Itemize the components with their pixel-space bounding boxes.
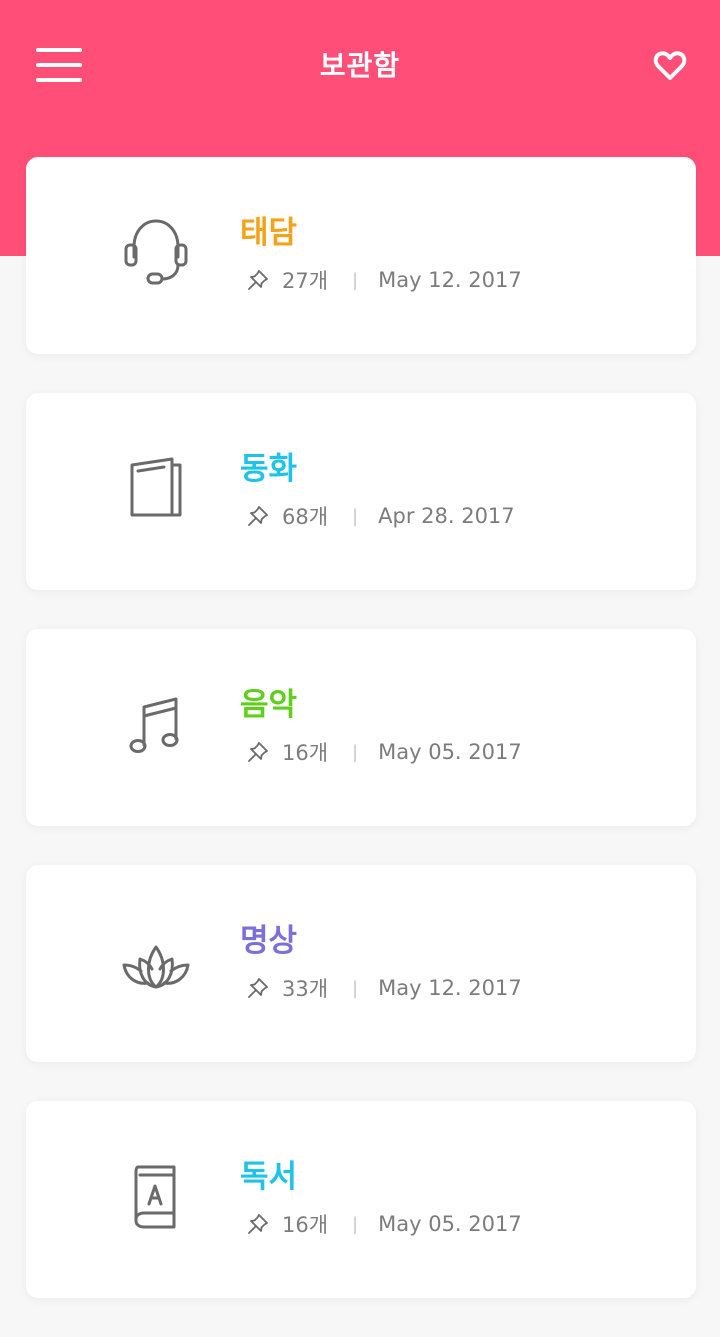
item-count: 16개	[282, 741, 329, 765]
meta-divider: |	[352, 741, 359, 763]
item-date: May 12. 2017	[378, 268, 522, 292]
item-title: 태담	[240, 215, 298, 251]
pin-icon	[246, 1212, 270, 1236]
pin-icon	[246, 268, 270, 292]
pin-icon	[246, 976, 270, 1000]
lotus-icon	[114, 919, 198, 1003]
music-note-icon	[114, 683, 198, 767]
meta-divider: |	[352, 505, 359, 527]
item-meta: 16개 | May 05. 2017	[246, 735, 522, 769]
item-meta: 27개 | May 12. 2017	[246, 263, 522, 297]
item-title: 음악	[240, 687, 298, 723]
item-count: 27개	[282, 269, 329, 293]
pin-icon	[246, 504, 270, 528]
header-bar: 보관함	[0, 0, 720, 130]
headset-icon	[114, 211, 198, 295]
item-title: 독서	[240, 1159, 298, 1195]
meta-divider: |	[352, 269, 359, 291]
item-meta: 68개 | Apr 28. 2017	[246, 499, 515, 533]
collection-item-reading[interactable]: 독서 16개 | May 05. 2017	[26, 1101, 696, 1298]
item-date: Apr 28. 2017	[378, 504, 515, 528]
collection-item-meditation[interactable]: 명상 33개 | May 12. 2017	[26, 865, 696, 1062]
item-title: 동화	[240, 451, 298, 487]
book-icon	[114, 447, 198, 531]
item-count: 33개	[282, 977, 329, 1001]
collection-item-donghwa[interactable]: 동화 68개 | Apr 28. 2017	[26, 393, 696, 590]
item-date: May 05. 2017	[378, 740, 522, 764]
reading-book-icon	[114, 1155, 198, 1239]
collection-item-music[interactable]: 음악 16개 | May 05. 2017	[26, 629, 696, 826]
pin-icon	[246, 740, 270, 764]
meta-divider: |	[352, 977, 359, 999]
heart-icon[interactable]	[652, 47, 688, 83]
item-count: 68개	[282, 505, 329, 529]
item-date: May 05. 2017	[378, 1212, 522, 1236]
item-title: 명상	[240, 923, 298, 959]
collection-list: 태담 27개 | May 12. 2017 동화 68개 | Apr 28. 2…	[26, 157, 696, 1337]
page-title: 보관함	[319, 49, 401, 82]
collection-item-taedam[interactable]: 태담 27개 | May 12. 2017	[26, 157, 696, 354]
item-meta: 33개 | May 12. 2017	[246, 971, 522, 1005]
item-meta: 16개 | May 05. 2017	[246, 1207, 522, 1241]
item-count: 16개	[282, 1213, 329, 1237]
meta-divider: |	[352, 1213, 359, 1235]
item-date: May 12. 2017	[378, 976, 522, 1000]
